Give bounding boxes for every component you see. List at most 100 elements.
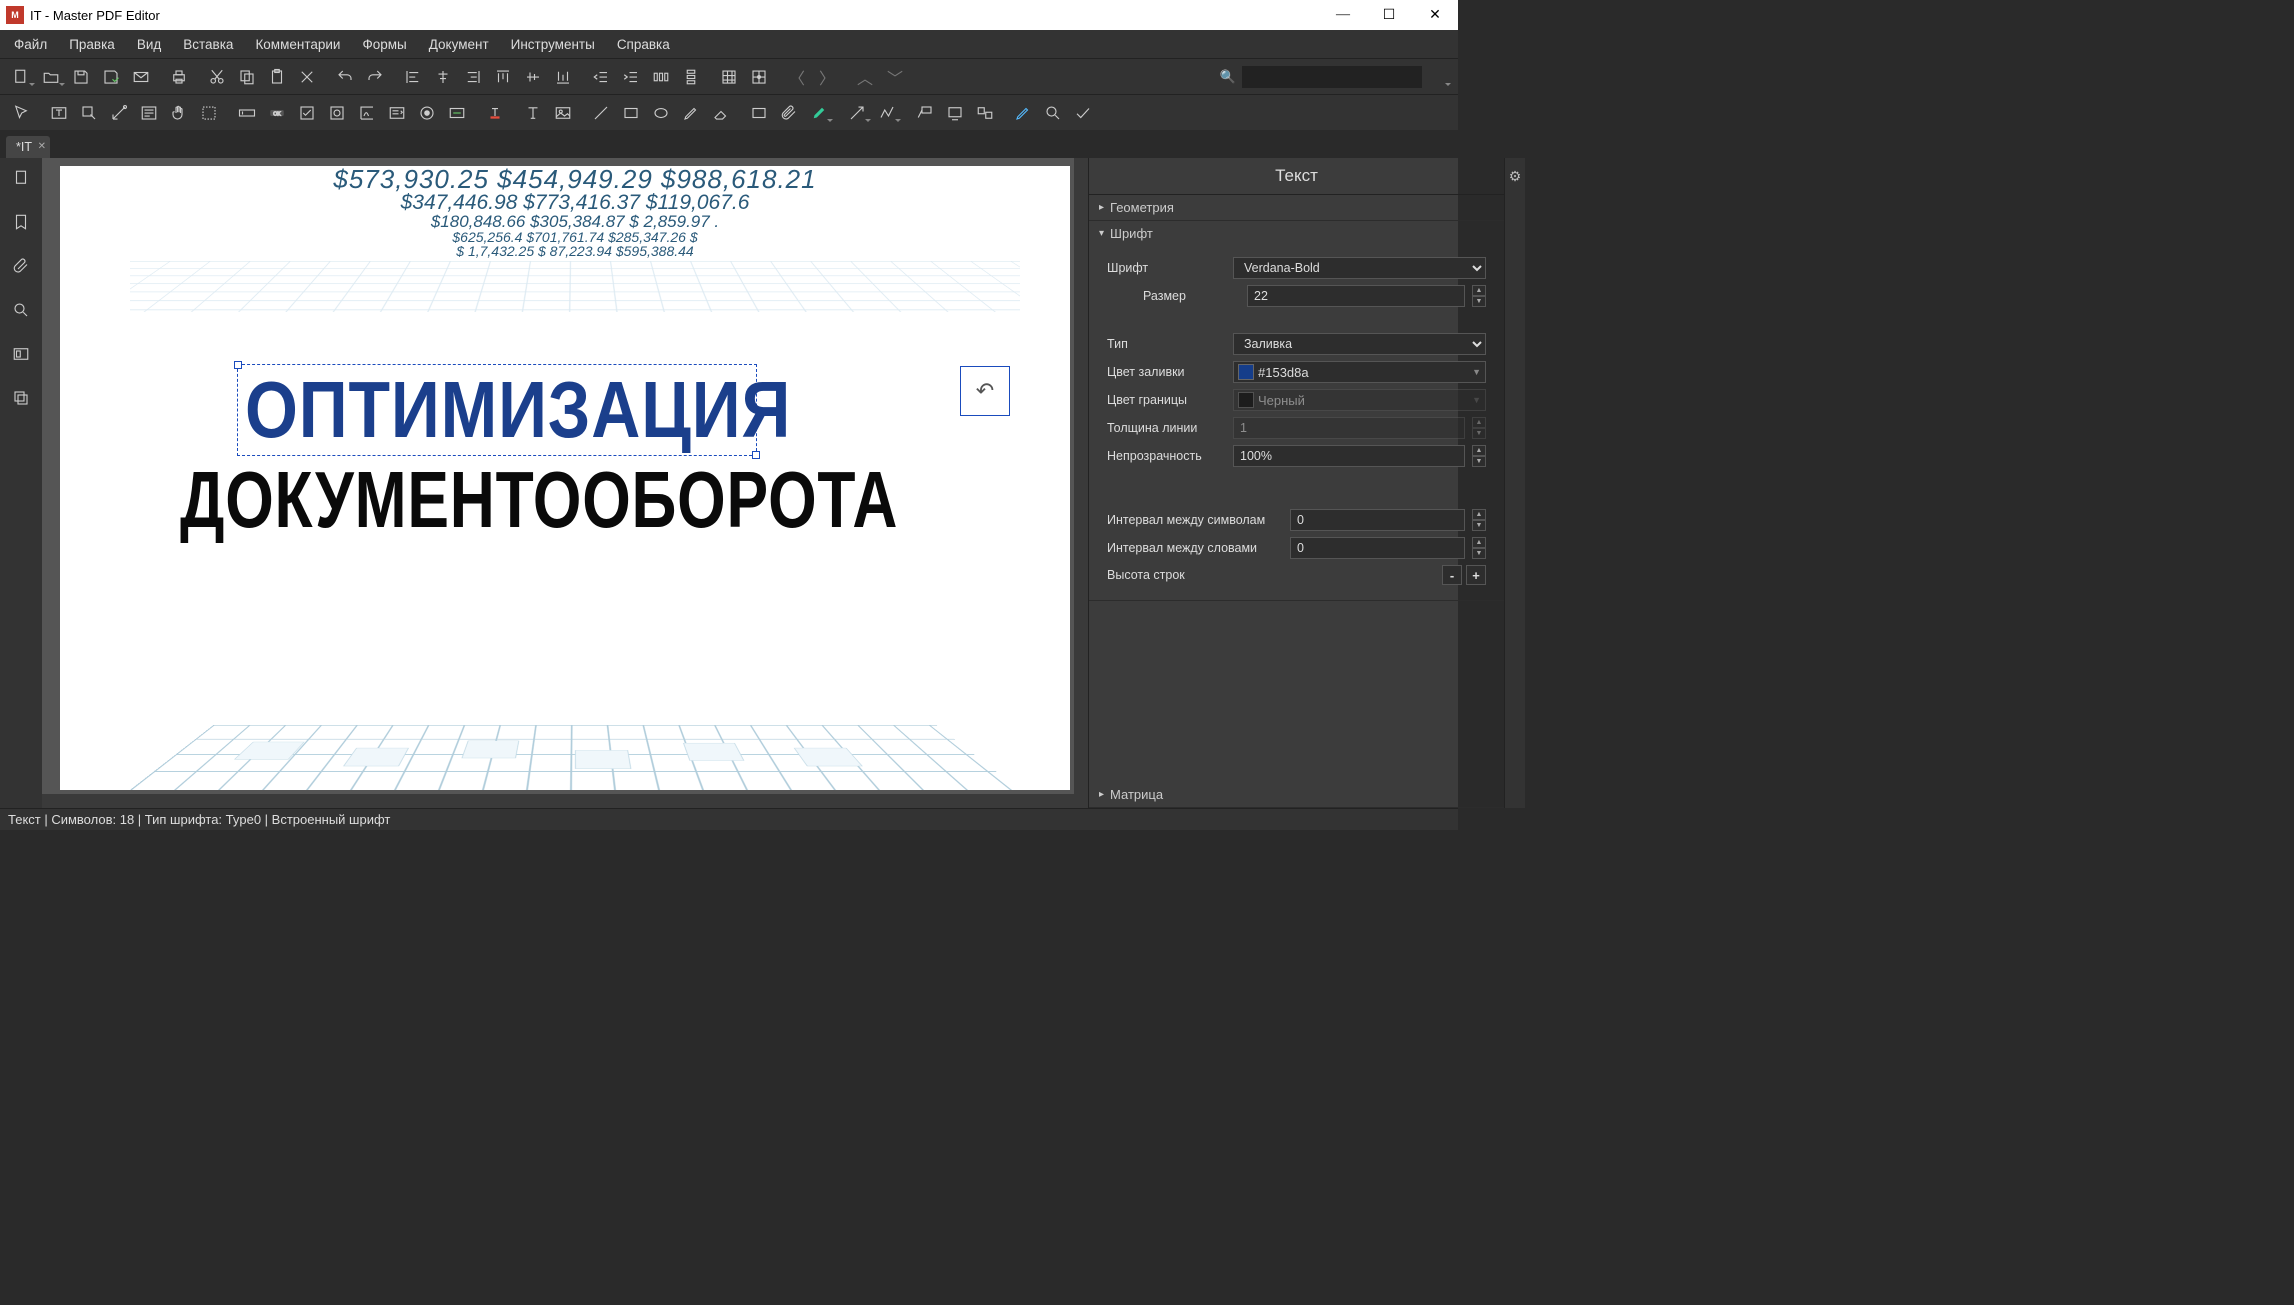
combobox-tool[interactable]	[382, 99, 412, 127]
thumbnails-panel-icon[interactable]	[9, 342, 33, 366]
indent-inc-button[interactable]	[616, 63, 646, 91]
tab-document[interactable]: *IT ✕	[6, 136, 50, 158]
line-tool[interactable]	[586, 99, 616, 127]
saveas-button[interactable]	[96, 63, 126, 91]
search-panel-icon[interactable]	[9, 298, 33, 322]
menu-view[interactable]: Вид	[127, 33, 171, 56]
headline-selected[interactable]: ОПТИМИЗАЦИЯ	[245, 364, 791, 456]
align-left-button[interactable]	[398, 63, 428, 91]
highlight-text-tool[interactable]	[480, 99, 510, 127]
print-button[interactable]	[164, 63, 194, 91]
radio-tool[interactable]	[322, 99, 352, 127]
textfield-tool[interactable]	[232, 99, 262, 127]
menu-edit[interactable]: Правка	[59, 33, 125, 56]
minimize-button[interactable]: —	[1320, 0, 1366, 30]
size-spinner[interactable]: ▲▼	[1472, 285, 1486, 307]
arrow-tool[interactable]	[842, 99, 872, 127]
menu-insert[interactable]: Вставка	[173, 33, 243, 56]
open-button[interactable]	[36, 63, 66, 91]
edit-vector-tool[interactable]	[104, 99, 134, 127]
charspacing-input[interactable]	[1290, 509, 1465, 531]
fillcolor-swatch[interactable]	[1238, 364, 1254, 380]
align-top-button[interactable]	[488, 63, 518, 91]
image-tool[interactable]	[548, 99, 578, 127]
stamp-tool[interactable]	[940, 99, 970, 127]
marker-tool[interactable]	[804, 99, 834, 127]
hand-tool[interactable]	[164, 99, 194, 127]
dist-v-button[interactable]	[676, 63, 706, 91]
opacity-input[interactable]	[1233, 445, 1465, 467]
horizontal-scrollbar[interactable]	[42, 794, 1088, 808]
attach-tool[interactable]	[774, 99, 804, 127]
email-button[interactable]	[126, 63, 156, 91]
bookmarks-panel-icon[interactable]	[9, 210, 33, 234]
filltype-select[interactable]: Заливка	[1233, 333, 1486, 355]
menu-forms[interactable]: Формы	[352, 33, 416, 56]
delete-button[interactable]	[292, 63, 322, 91]
redo-button[interactable]	[360, 63, 390, 91]
settings-strip-icon[interactable]: ⚙	[1505, 166, 1525, 186]
ellipse-tool[interactable]	[646, 99, 676, 127]
grid-button[interactable]	[714, 63, 744, 91]
charspacing-spinner[interactable]: ▲▼	[1472, 509, 1486, 531]
indent-dec-button[interactable]	[586, 63, 616, 91]
checkbox-tool[interactable]	[292, 99, 322, 127]
align-right-button[interactable]	[458, 63, 488, 91]
callout-tool[interactable]	[910, 99, 940, 127]
align-bottom-button[interactable]	[548, 63, 578, 91]
snap-button[interactable]	[744, 63, 774, 91]
vertical-scrollbar[interactable]	[1074, 158, 1088, 794]
button-tool[interactable]: OK	[262, 99, 292, 127]
font-select[interactable]: Verdana-Bold	[1233, 257, 1486, 279]
menu-tools[interactable]: Инструменты	[501, 33, 605, 56]
form-tool[interactable]	[134, 99, 164, 127]
attachments-panel-icon[interactable]	[9, 254, 33, 278]
signature-tool[interactable]	[352, 99, 382, 127]
linewidth-spinner[interactable]: ▲▼	[1472, 417, 1486, 439]
text-tool[interactable]	[518, 99, 548, 127]
save-button[interactable]	[66, 63, 96, 91]
search-options[interactable]	[1422, 63, 1452, 91]
prev-page-button[interactable]: 〈	[782, 63, 812, 91]
select-area-tool[interactable]	[194, 99, 224, 127]
note-rect-tool[interactable]	[744, 99, 774, 127]
tab-close-icon[interactable]: ✕	[38, 141, 46, 152]
search-input[interactable]	[1242, 66, 1422, 88]
close-button[interactable]: ✕	[1412, 0, 1458, 30]
next-page-button[interactable]: 〉	[812, 63, 842, 91]
copy-button[interactable]	[232, 63, 262, 91]
wordspacing-input[interactable]	[1290, 537, 1465, 559]
new-button[interactable]	[6, 63, 36, 91]
paste-button[interactable]	[262, 63, 292, 91]
rect-tool[interactable]	[616, 99, 646, 127]
sign-pen-tool[interactable]	[1008, 99, 1038, 127]
lineheight-dec[interactable]: -	[1442, 565, 1462, 585]
pencil-tool[interactable]	[676, 99, 706, 127]
dist-h-button[interactable]	[646, 63, 676, 91]
maximize-button[interactable]: ☐	[1366, 0, 1412, 30]
lineheight-inc[interactable]: +	[1466, 565, 1486, 585]
pages-panel-icon[interactable]	[9, 166, 33, 190]
menu-help[interactable]: Справка	[607, 33, 680, 56]
undo-button[interactable]	[330, 63, 360, 91]
cut-button[interactable]	[202, 63, 232, 91]
menu-file[interactable]: Файл	[4, 33, 57, 56]
align-hcenter-button[interactable]	[428, 63, 458, 91]
size-input[interactable]	[1247, 285, 1465, 307]
pointer-tool[interactable]	[6, 99, 36, 127]
align-vcenter-button[interactable]	[518, 63, 548, 91]
down-button[interactable]: ﹀	[880, 63, 910, 91]
zoom-tool[interactable]	[1038, 99, 1068, 127]
initials-tool[interactable]	[970, 99, 1000, 127]
menu-document[interactable]: Документ	[419, 33, 499, 56]
section-matrix[interactable]: Матрица	[1089, 782, 1504, 808]
rotate-handle-icon[interactable]: ↶	[960, 366, 1010, 416]
section-geometry[interactable]: Геометрия	[1089, 195, 1504, 221]
opacity-spinner[interactable]: ▲▼	[1472, 445, 1486, 467]
edit-text-tool[interactable]	[44, 99, 74, 127]
linewidth-input[interactable]	[1233, 417, 1465, 439]
polyline-tool[interactable]	[872, 99, 902, 127]
edit-object-tool[interactable]	[74, 99, 104, 127]
listbox-tool[interactable]	[412, 99, 442, 127]
eraser-tool[interactable]	[706, 99, 736, 127]
